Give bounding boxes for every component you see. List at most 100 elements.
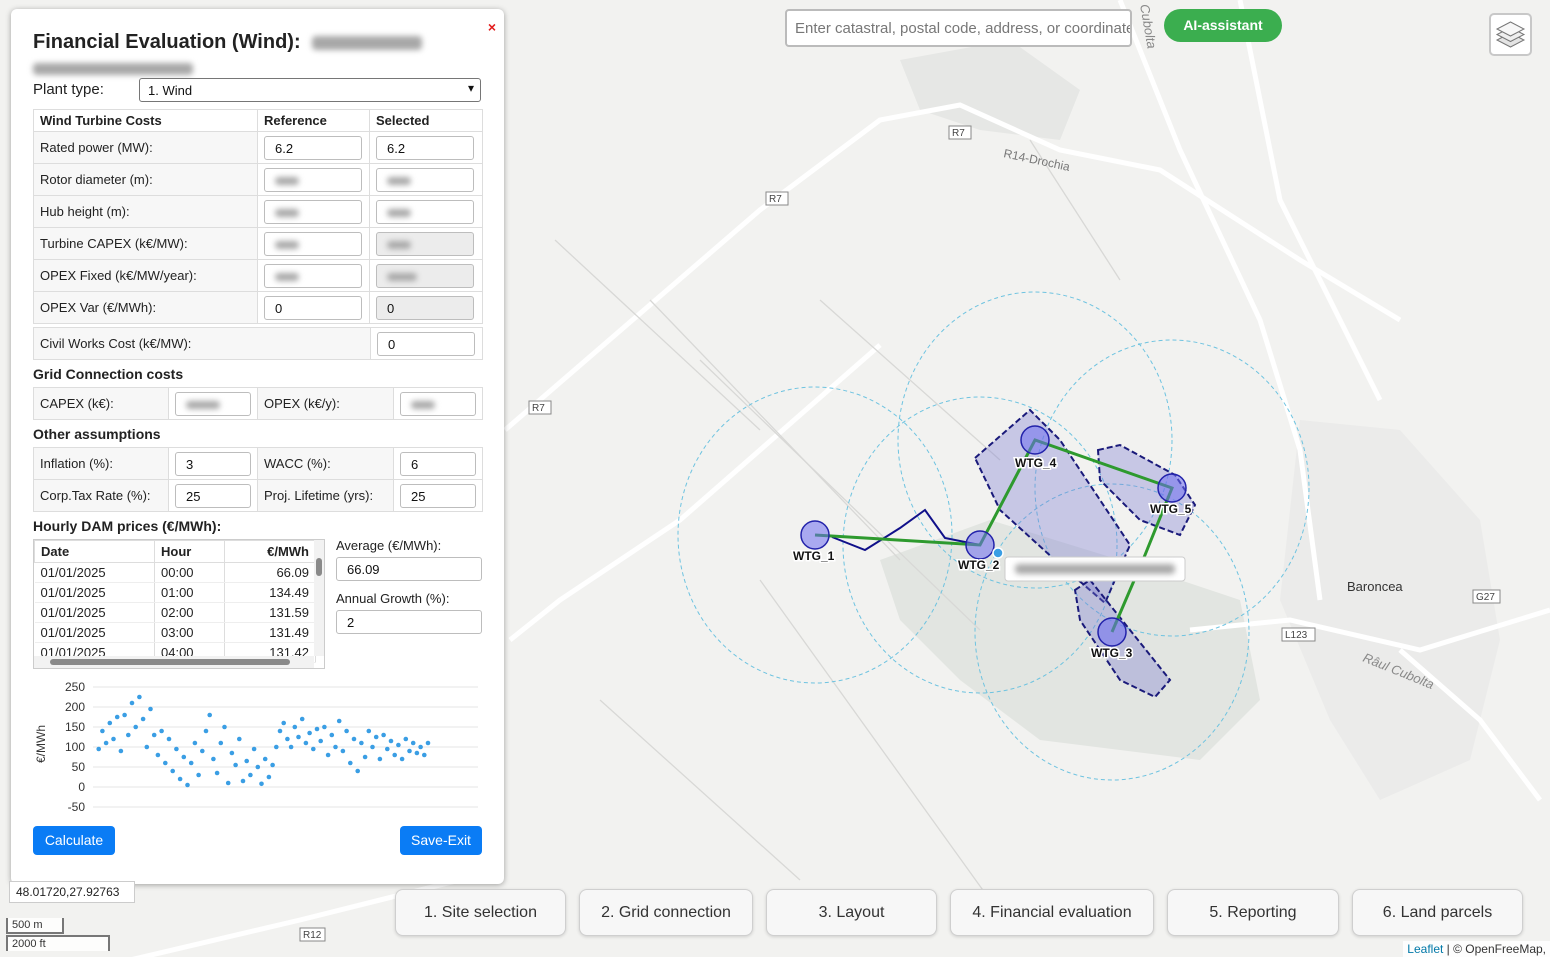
hourly-prices-table[interactable]: Date Hour €/MWh 01/01/2025 00:00 66.09 01/…	[33, 539, 325, 669]
grid-opex-input[interactable]	[400, 391, 476, 416]
nav-reporting[interactable]: 5. Reporting	[1167, 889, 1339, 936]
nav-site-selection[interactable]: 1. Site selection	[395, 889, 566, 936]
row-label: Inflation (%):	[33, 447, 169, 480]
data-point	[377, 756, 383, 762]
nav-layout[interactable]: 3. Layout	[766, 889, 937, 936]
data-point	[410, 740, 416, 746]
growth-label: Annual Growth (%):	[336, 591, 450, 606]
data-point	[262, 756, 268, 762]
data-point	[133, 724, 138, 730]
data-point	[200, 748, 205, 754]
calculate-button[interactable]: Calculate	[33, 826, 115, 855]
nav-financial-evaluation[interactable]: 4. Financial evaluation	[950, 889, 1154, 936]
table-row: 01/01/2025 01:00 134.49	[34, 582, 316, 603]
data-point	[185, 782, 190, 788]
road-label: R12	[303, 930, 322, 941]
data-point	[329, 732, 335, 738]
data-point	[325, 752, 331, 758]
turbine-label: WTG_4	[1015, 456, 1057, 470]
wacc-input[interactable]: 6	[400, 451, 476, 476]
rated-power-selected-input[interactable]: 6.2	[376, 135, 474, 160]
data-point	[237, 736, 242, 742]
row-label: OPEX Var (€/MWh):	[33, 291, 258, 324]
column-header: Selected	[369, 109, 483, 132]
data-point	[333, 744, 338, 750]
data-point	[336, 718, 342, 724]
other-assumptions-heading: Other assumptions	[33, 426, 161, 442]
civil-works-input[interactable]: 0	[377, 331, 475, 356]
search-input[interactable]: Enter catastral, postal code, address, o…	[785, 9, 1132, 47]
data-point	[403, 736, 409, 742]
data-point	[351, 736, 357, 742]
data-point	[348, 760, 353, 766]
rated-power-reference-input[interactable]: 6.2	[264, 135, 362, 160]
data-point	[122, 712, 127, 718]
layers-button[interactable]	[1489, 13, 1532, 56]
data-point	[285, 736, 290, 742]
y-tick-label: 150	[65, 720, 85, 734]
vertical-scrollbar[interactable]	[314, 540, 324, 656]
turbine-label: WTG_3	[1091, 646, 1133, 660]
price-chart: 250 200 150 100 50 0 -50 €/MWh	[34, 680, 478, 814]
data-point	[388, 738, 394, 744]
civil-works-table: Civil Works Cost (k€/MW): 0	[33, 327, 483, 360]
data-point	[244, 758, 249, 764]
y-axis-label: €/MWh	[34, 725, 48, 763]
data-point	[214, 770, 220, 776]
data-point	[288, 744, 294, 750]
opex-var-reference-input[interactable]: 0	[264, 295, 362, 320]
horizontal-scrollbar[interactable]	[34, 656, 314, 668]
save-exit-button[interactable]: Save-Exit	[400, 826, 482, 855]
turbine-capex-reference-input[interactable]	[264, 231, 362, 256]
nav-grid-connection[interactable]: 2. Grid connection	[579, 889, 753, 936]
data-point	[240, 778, 246, 784]
scale-metric: 500 m	[6, 918, 64, 934]
data-point	[166, 736, 172, 742]
road-label: R7	[952, 128, 965, 139]
opex-var-selected-input: 0	[376, 295, 474, 320]
opex-fixed-reference-input[interactable]	[264, 263, 362, 288]
data-point	[129, 700, 135, 706]
row-label: Hub height (m):	[33, 195, 258, 228]
growth-input[interactable]: 2	[336, 610, 482, 634]
data-point	[163, 760, 168, 766]
data-point	[370, 744, 375, 750]
nav-land-parcels[interactable]: 6. Land parcels	[1352, 889, 1523, 936]
hub-height-reference-input[interactable]	[264, 199, 362, 224]
column-header: Reference	[257, 109, 370, 132]
close-icon[interactable]: ×	[488, 19, 496, 35]
data-point	[203, 728, 209, 734]
row-label: OPEX Fixed (k€/MW/year):	[33, 259, 258, 292]
row-label: Rotor diameter (m):	[33, 163, 258, 196]
turbine-label: WTG_5	[1150, 502, 1192, 516]
leaflet-link[interactable]: Leaflet	[1407, 942, 1443, 956]
rotor-diameter-reference-input[interactable]	[264, 167, 362, 192]
data-point	[155, 752, 161, 758]
data-point	[340, 748, 346, 754]
average-input[interactable]: 66.09	[336, 557, 482, 581]
plant-type-select[interactable]: 1. Wind ▾	[139, 78, 481, 102]
data-point	[137, 694, 142, 700]
y-tick-label: 50	[72, 760, 86, 774]
data-point	[114, 714, 120, 720]
data-point	[385, 746, 390, 752]
data-point	[233, 762, 238, 768]
data-point	[381, 732, 386, 738]
row-label: CAPEX (k€):	[33, 387, 169, 420]
grid-capex-input[interactable]	[175, 391, 251, 416]
tax-rate-input[interactable]: 25	[175, 483, 251, 508]
data-point	[303, 740, 309, 746]
chevron-down-icon: ▾	[467, 81, 474, 95]
data-point	[311, 746, 316, 752]
coordinates-readout: 48.01720,27.92763	[9, 881, 135, 903]
row-label: OPEX (k€/y):	[257, 387, 394, 420]
data-point	[425, 740, 431, 746]
hub-height-selected-input[interactable]	[376, 199, 474, 224]
data-point	[211, 756, 216, 762]
lifetime-input[interactable]: 25	[400, 483, 476, 508]
ai-assistant-button[interactable]: AI-assistant	[1164, 9, 1282, 42]
scale-imperial: 2000 ft	[6, 935, 110, 951]
data-point	[159, 728, 164, 734]
inflation-input[interactable]: 3	[175, 451, 251, 476]
rotor-diameter-selected-input[interactable]	[376, 167, 474, 192]
